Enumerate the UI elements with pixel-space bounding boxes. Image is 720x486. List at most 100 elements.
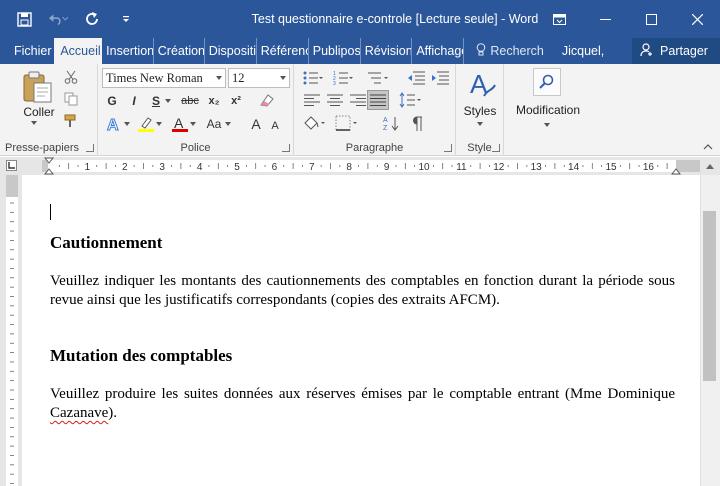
paragraph-launcher-icon[interactable] bbox=[444, 144, 452, 152]
scroll-up-icon[interactable] bbox=[703, 159, 717, 173]
sort-icon[interactable]: AZ bbox=[382, 114, 402, 132]
svg-text:A: A bbox=[174, 115, 184, 131]
tab-publipostage[interactable]: Publipostage bbox=[309, 38, 361, 64]
tell-me-box[interactable]: Recherch bbox=[464, 38, 552, 64]
styles-gallery-icon[interactable]: A bbox=[468, 68, 496, 100]
ruler-number: 13 bbox=[531, 162, 543, 172]
justify-icon[interactable] bbox=[367, 90, 389, 110]
indent-markers-icon[interactable] bbox=[43, 157, 55, 175]
bullets-icon[interactable] bbox=[302, 70, 324, 86]
tab-creation[interactable]: Création bbox=[154, 38, 205, 64]
align-left-icon[interactable] bbox=[302, 92, 322, 108]
ruler-number: 14 bbox=[568, 162, 580, 172]
multilevel-list-icon[interactable] bbox=[366, 70, 390, 86]
show-formatting-marks-icon[interactable] bbox=[408, 114, 426, 132]
underline-dropdown-icon[interactable] bbox=[164, 97, 172, 105]
change-case-button[interactable]: Aa bbox=[204, 114, 224, 134]
font-size-input[interactable]: 12 bbox=[228, 68, 290, 88]
maximize-icon[interactable] bbox=[628, 0, 674, 38]
borders-icon[interactable] bbox=[334, 114, 358, 132]
grow-font-button[interactable]: A bbox=[248, 114, 264, 134]
format-painter-icon[interactable] bbox=[62, 112, 80, 130]
user-account[interactable]: Jicquel, L... bbox=[552, 38, 628, 84]
increase-indent-icon[interactable] bbox=[430, 70, 450, 86]
superscript-button[interactable]: x² bbox=[227, 91, 245, 111]
font-name-dropdown-icon[interactable] bbox=[216, 76, 222, 80]
document-page[interactable] bbox=[22, 175, 700, 486]
ruler-number: 11 bbox=[456, 162, 467, 172]
cut-icon[interactable] bbox=[62, 68, 80, 86]
clear-formatting-icon[interactable] bbox=[256, 91, 278, 109]
align-right-icon[interactable] bbox=[348, 92, 368, 108]
shrink-font-button[interactable]: A bbox=[268, 116, 282, 136]
highlight-color-icon[interactable] bbox=[136, 114, 156, 134]
paste-label[interactable]: Coller bbox=[14, 105, 64, 119]
editing-label[interactable]: Modification bbox=[508, 103, 588, 117]
tab-insertion[interactable]: Insertion bbox=[102, 38, 154, 64]
font-size-dropdown-icon[interactable] bbox=[280, 76, 286, 80]
ruler-number: 10 bbox=[418, 162, 430, 172]
align-center-icon[interactable] bbox=[325, 92, 345, 108]
scrollbar-thumb[interactable] bbox=[703, 211, 716, 381]
decrease-indent-icon[interactable] bbox=[406, 70, 426, 86]
heading-cautionnement[interactable]: Cautionnement bbox=[50, 233, 162, 253]
text-effects-icon[interactable]: A bbox=[104, 114, 124, 134]
horizontal-ruler[interactable]: 1234567891011121314151617 bbox=[42, 160, 700, 172]
right-indent-marker-icon[interactable] bbox=[671, 166, 681, 175]
svg-text:Z: Z bbox=[383, 125, 388, 131]
paragraph-mutation-end: ). bbox=[108, 405, 118, 421]
heading-mutation[interactable]: Mutation des comptables bbox=[50, 346, 232, 366]
font-group-label: Police bbox=[180, 142, 211, 154]
copy-icon[interactable] bbox=[62, 90, 80, 108]
ruler-number: 5 bbox=[234, 162, 240, 172]
ribbon-display-options-icon[interactable] bbox=[536, 0, 582, 38]
ruler-number: 16 bbox=[643, 162, 655, 172]
minimize-icon[interactable] bbox=[582, 0, 628, 38]
subscript-button[interactable]: x₂ bbox=[205, 91, 223, 111]
paragraph-mutation-text: Veuillez produire les suites données aux… bbox=[50, 386, 675, 402]
paste-dropdown-icon[interactable] bbox=[31, 121, 37, 125]
strikethrough-button[interactable]: abc bbox=[178, 91, 202, 111]
paragraph-mutation[interactable]: Veuillez produire les suites données aux… bbox=[50, 385, 675, 423]
font-color-icon[interactable]: A bbox=[170, 114, 190, 134]
tab-affichage[interactable]: Affichage bbox=[412, 38, 465, 64]
bold-button[interactable]: G bbox=[104, 91, 120, 111]
close-icon[interactable] bbox=[674, 0, 720, 38]
font-launcher-icon[interactable] bbox=[282, 144, 290, 152]
change-case-dropdown-icon[interactable] bbox=[224, 120, 232, 128]
italic-button[interactable]: I bbox=[126, 91, 142, 111]
underline-button[interactable]: S bbox=[148, 91, 164, 111]
find-magnifier-icon[interactable] bbox=[533, 68, 561, 96]
styles-launcher-icon[interactable] bbox=[492, 144, 500, 152]
tab-accueil[interactable]: Accueil bbox=[54, 38, 103, 64]
share-button[interactable]: Partager bbox=[632, 38, 720, 64]
vertical-ruler-ticks bbox=[10, 202, 14, 484]
paste-icon[interactable] bbox=[20, 68, 56, 106]
tab-revision[interactable]: Révision bbox=[361, 38, 413, 64]
editing-dropdown-icon[interactable] bbox=[544, 123, 550, 127]
vertical-ruler[interactable] bbox=[6, 175, 18, 486]
text-cursor bbox=[50, 204, 51, 220]
styles-dropdown-icon[interactable] bbox=[477, 122, 483, 126]
tab-disposition[interactable]: Disposition bbox=[205, 38, 257, 64]
tab-references[interactable]: Références bbox=[257, 38, 309, 64]
text-effects-dropdown-icon[interactable] bbox=[123, 120, 131, 128]
clipboard-launcher-icon[interactable] bbox=[86, 144, 94, 152]
tab-fichier[interactable]: Fichier bbox=[0, 38, 54, 64]
styles-label[interactable]: Styles bbox=[458, 104, 502, 118]
clipboard-group: Coller Presse-papiers bbox=[0, 64, 98, 156]
shading-icon[interactable] bbox=[302, 114, 326, 132]
tab-selector[interactable] bbox=[6, 160, 17, 171]
highlight-dropdown-icon[interactable] bbox=[155, 120, 163, 128]
collapse-ribbon-icon[interactable] bbox=[702, 142, 714, 152]
font-color-dropdown-icon[interactable] bbox=[189, 120, 197, 128]
title-bar: Test questionnaire e-controle [Lecture s… bbox=[0, 0, 720, 38]
document-area bbox=[0, 175, 720, 486]
font-name-input[interactable]: Times New Roman bbox=[102, 68, 226, 88]
ruler-number: 4 bbox=[197, 162, 203, 172]
spelling-error-word[interactable]: Cazanave bbox=[50, 405, 108, 421]
line-spacing-icon[interactable] bbox=[398, 91, 422, 109]
ruler-number: 15 bbox=[605, 162, 617, 172]
numbering-icon[interactable]: 123 bbox=[332, 70, 354, 86]
paragraph-cautionnement[interactable]: Veuillez indiquer les montants des cauti… bbox=[50, 272, 675, 310]
